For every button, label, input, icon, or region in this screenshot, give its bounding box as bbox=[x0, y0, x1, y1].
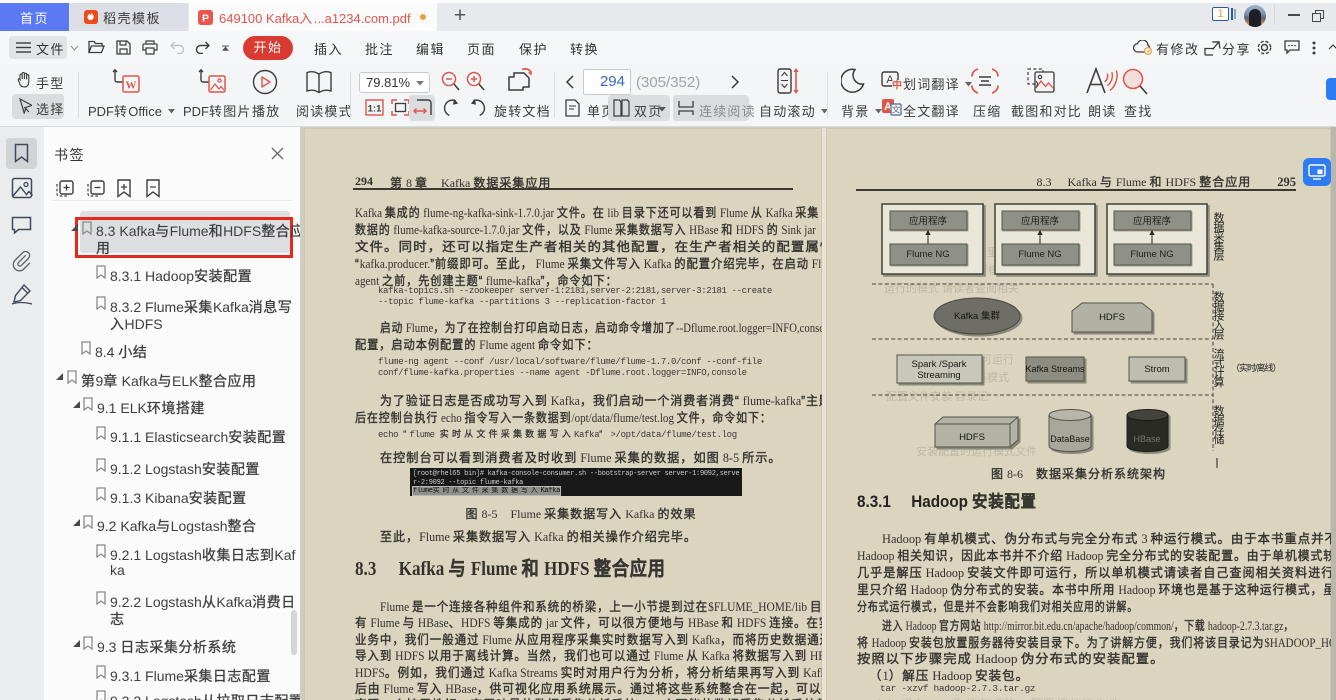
svg-text:Kafka Streams: Kafka Streams bbox=[1025, 364, 1085, 374]
svg-text:Streaming: Streaming bbox=[917, 370, 960, 381]
svg-text:Flume NG: Flume NG bbox=[1018, 249, 1061, 260]
svg-text:DataBase: DataBase bbox=[1050, 434, 1090, 444]
svg-text:数据采集层: 数据采集层 bbox=[1212, 212, 1225, 262]
svg-text:应用程序: 应用程序 bbox=[1021, 215, 1060, 227]
svg-text:W: W bbox=[126, 80, 137, 92]
svg-text:（实时/离线）: （实时/离线） bbox=[1231, 362, 1281, 373]
svg-text:应用程序: 应用程序 bbox=[1133, 215, 1172, 227]
svg-text:Flume NG: Flume NG bbox=[906, 249, 949, 260]
svg-text:流式计算: 流式计算 bbox=[1212, 347, 1225, 389]
svg-text:运行的模式 请读者查阅相关: 运行的模式 请读者查阅相关 bbox=[884, 281, 1019, 295]
svg-text:配置文件安装 目录记: 配置文件安装 目录记 bbox=[886, 389, 988, 403]
svg-text:HBase: HBase bbox=[1133, 434, 1160, 444]
svg-text:Spark /Spark: Spark /Spark bbox=[912, 359, 967, 370]
svg-text:P: P bbox=[202, 12, 209, 24]
svg-text:数据存储: 数据存储 bbox=[1212, 405, 1225, 445]
svg-text:HDFS: HDFS bbox=[1099, 312, 1125, 323]
svg-text:Flume NG: Flume NG bbox=[1130, 249, 1173, 260]
svg-text:1:1: 1:1 bbox=[368, 104, 382, 115]
svg-text:中: 中 bbox=[892, 79, 902, 91]
svg-text:Strom: Strom bbox=[1144, 364, 1169, 375]
svg-text:HDFS: HDFS bbox=[959, 432, 985, 443]
svg-text:数据接入层: 数据接入层 bbox=[1212, 291, 1225, 341]
svg-text:应用程序: 应用程序 bbox=[909, 215, 948, 227]
svg-text:Kafka 集群: Kafka 集群 bbox=[954, 310, 1000, 322]
svg-text:文: 文 bbox=[892, 105, 901, 115]
